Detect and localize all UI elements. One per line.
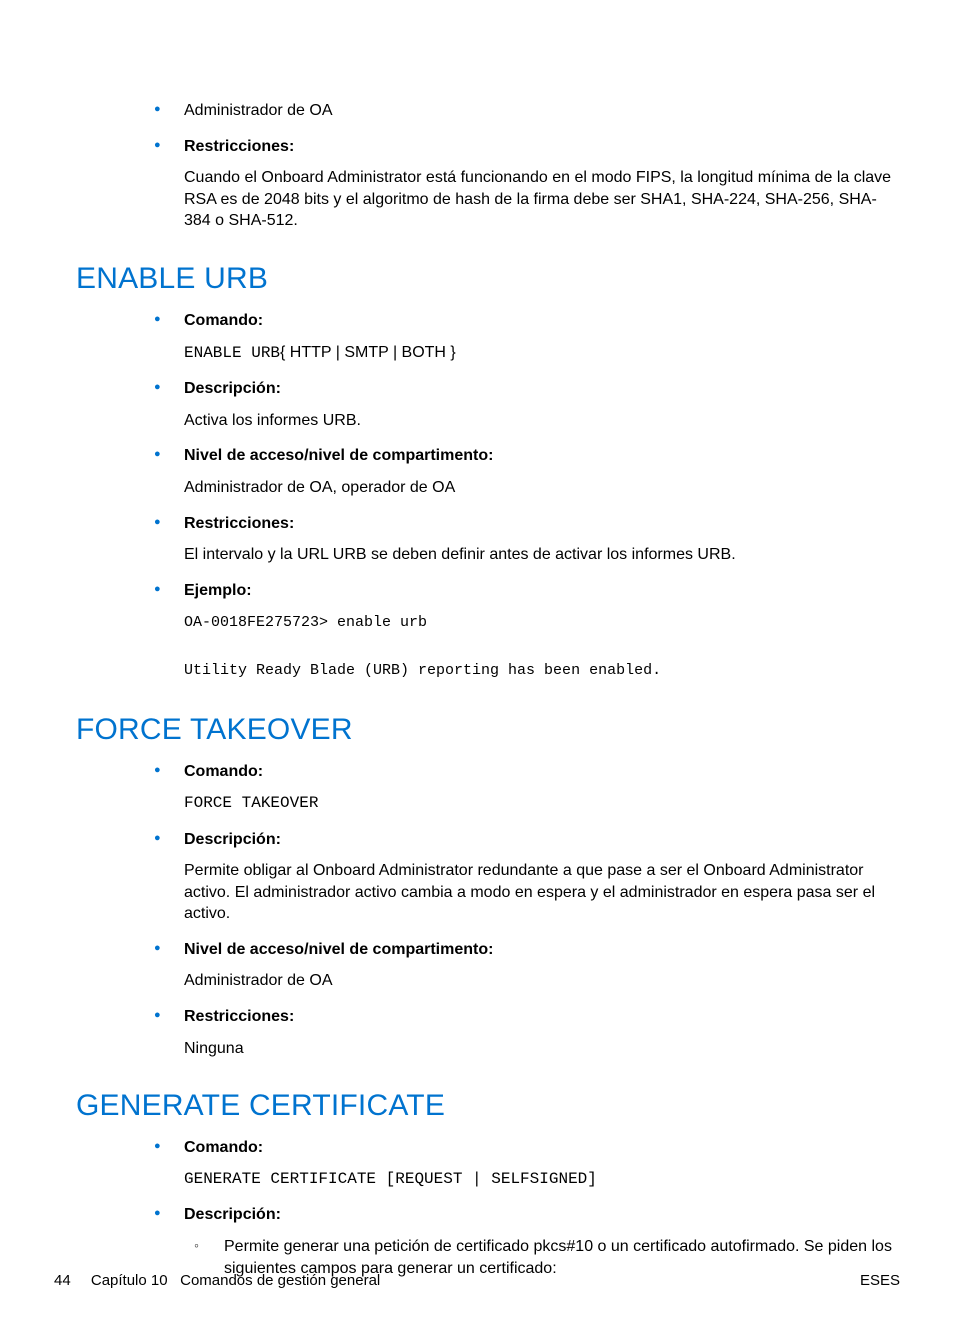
sec3-cmd-code: GENERATE CERTIFICATE [REQUEST | SELFSIGN… — [184, 1169, 900, 1191]
sec2-list: Comando: FORCE TAKEOVER Descripción: Per… — [154, 761, 900, 1059]
sec2-restr-label: Restricciones: — [184, 1006, 900, 1028]
sec1-acc-body: Administrador de OA, operador de OA — [184, 477, 900, 499]
sec1-cmd-label: Comando: — [184, 310, 900, 332]
footer-page-number: 44 — [54, 1272, 71, 1289]
sec1-restr-body: El intervalo y la URL URB se deben defin… — [184, 544, 900, 566]
sec1-ex-code: OA-0018FE275723> enable urb Utility Read… — [184, 611, 900, 683]
sec3-list: Comando: GENERATE CERTIFICATE [REQUEST |… — [154, 1137, 900, 1279]
sec2-desc-body: Permite obligar al Onboard Administrator… — [184, 860, 900, 925]
sec1-ex-item: Ejemplo: OA-0018FE275723> enable urb Uti… — [154, 580, 900, 684]
page: Administrador de OA Restricciones: Cuand… — [0, 0, 954, 1339]
sec2-cmd-code: FORCE TAKEOVER — [184, 793, 900, 815]
sec2-desc-label: Descripción: — [184, 829, 900, 851]
footer-chapter-title: Comandos de gestión general — [180, 1272, 380, 1289]
sec1-cmd-body: ENABLE URB{ HTTP | SMTP | BOTH } — [184, 342, 900, 365]
footer-chapter: Capítulo 10 — [91, 1272, 168, 1289]
sec3-cmd-label: Comando: — [184, 1137, 900, 1159]
sec1-ex-label: Ejemplo: — [184, 580, 900, 602]
sec1-desc-body: Activa los informes URB. — [184, 410, 900, 432]
intro-restr-item: Restricciones: Cuando el Onboard Adminis… — [154, 136, 900, 232]
sec1-cmd-tail: { HTTP | SMTP | BOTH } — [280, 344, 456, 361]
sec3-cmd-item: Comando: GENERATE CERTIFICATE [REQUEST |… — [154, 1137, 900, 1190]
intro-restr-body: Cuando el Onboard Administrator está fun… — [184, 167, 900, 232]
sec2-restr-item: Restricciones: Ninguna — [154, 1006, 900, 1059]
heading-generate-certificate: GENERATE CERTIFICATE — [76, 1089, 900, 1123]
sec1-list: Comando: ENABLE URB{ HTTP | SMTP | BOTH … — [154, 310, 900, 683]
sec1-acc-label: Nivel de acceso/nivel de compartimento: — [184, 445, 900, 467]
sec2-acc-label: Nivel de acceso/nivel de compartimento: — [184, 939, 900, 961]
sec2-restr-body: Ninguna — [184, 1038, 900, 1060]
sec1-restr-label: Restricciones: — [184, 513, 900, 535]
sec2-cmd-item: Comando: FORCE TAKEOVER — [154, 761, 900, 814]
sec3-desc-label: Descripción: — [184, 1204, 900, 1226]
heading-enable-urb: ENABLE URB — [76, 262, 900, 296]
footer-left: 44 Capítulo 10 Comandos de gestión gener… — [54, 1272, 380, 1289]
intro-restr-list: Restricciones: Cuando el Onboard Adminis… — [154, 136, 900, 232]
sec2-acc-item: Nivel de acceso/nivel de compartimento: … — [154, 939, 900, 992]
page-footer: 44 Capítulo 10 Comandos de gestión gener… — [54, 1272, 900, 1289]
sec1-desc-item: Descripción: Activa los informes URB. — [154, 378, 900, 431]
sec2-cmd-label: Comando: — [184, 761, 900, 783]
sec1-restr-item: Restricciones: El intervalo y la URL URB… — [154, 513, 900, 566]
footer-lang: ESES — [860, 1272, 900, 1289]
sec1-desc-label: Descripción: — [184, 378, 900, 400]
heading-force-takeover: FORCE TAKEOVER — [76, 713, 900, 747]
sec3-desc-item: Descripción: Permite generar una petició… — [154, 1204, 900, 1279]
sec2-acc-body: Administrador de OA — [184, 970, 900, 992]
intro-text: Administrador de OA — [184, 100, 900, 122]
intro-restr-label: Restricciones: — [184, 136, 900, 158]
sec1-cmd-item: Comando: ENABLE URB{ HTTP | SMTP | BOTH … — [154, 310, 900, 364]
sec1-acc-item: Nivel de acceso/nivel de compartimento: … — [154, 445, 900, 498]
sec1-cmd-code: ENABLE URB — [184, 344, 280, 362]
sec2-desc-item: Descripción: Permite obligar al Onboard … — [154, 829, 900, 925]
